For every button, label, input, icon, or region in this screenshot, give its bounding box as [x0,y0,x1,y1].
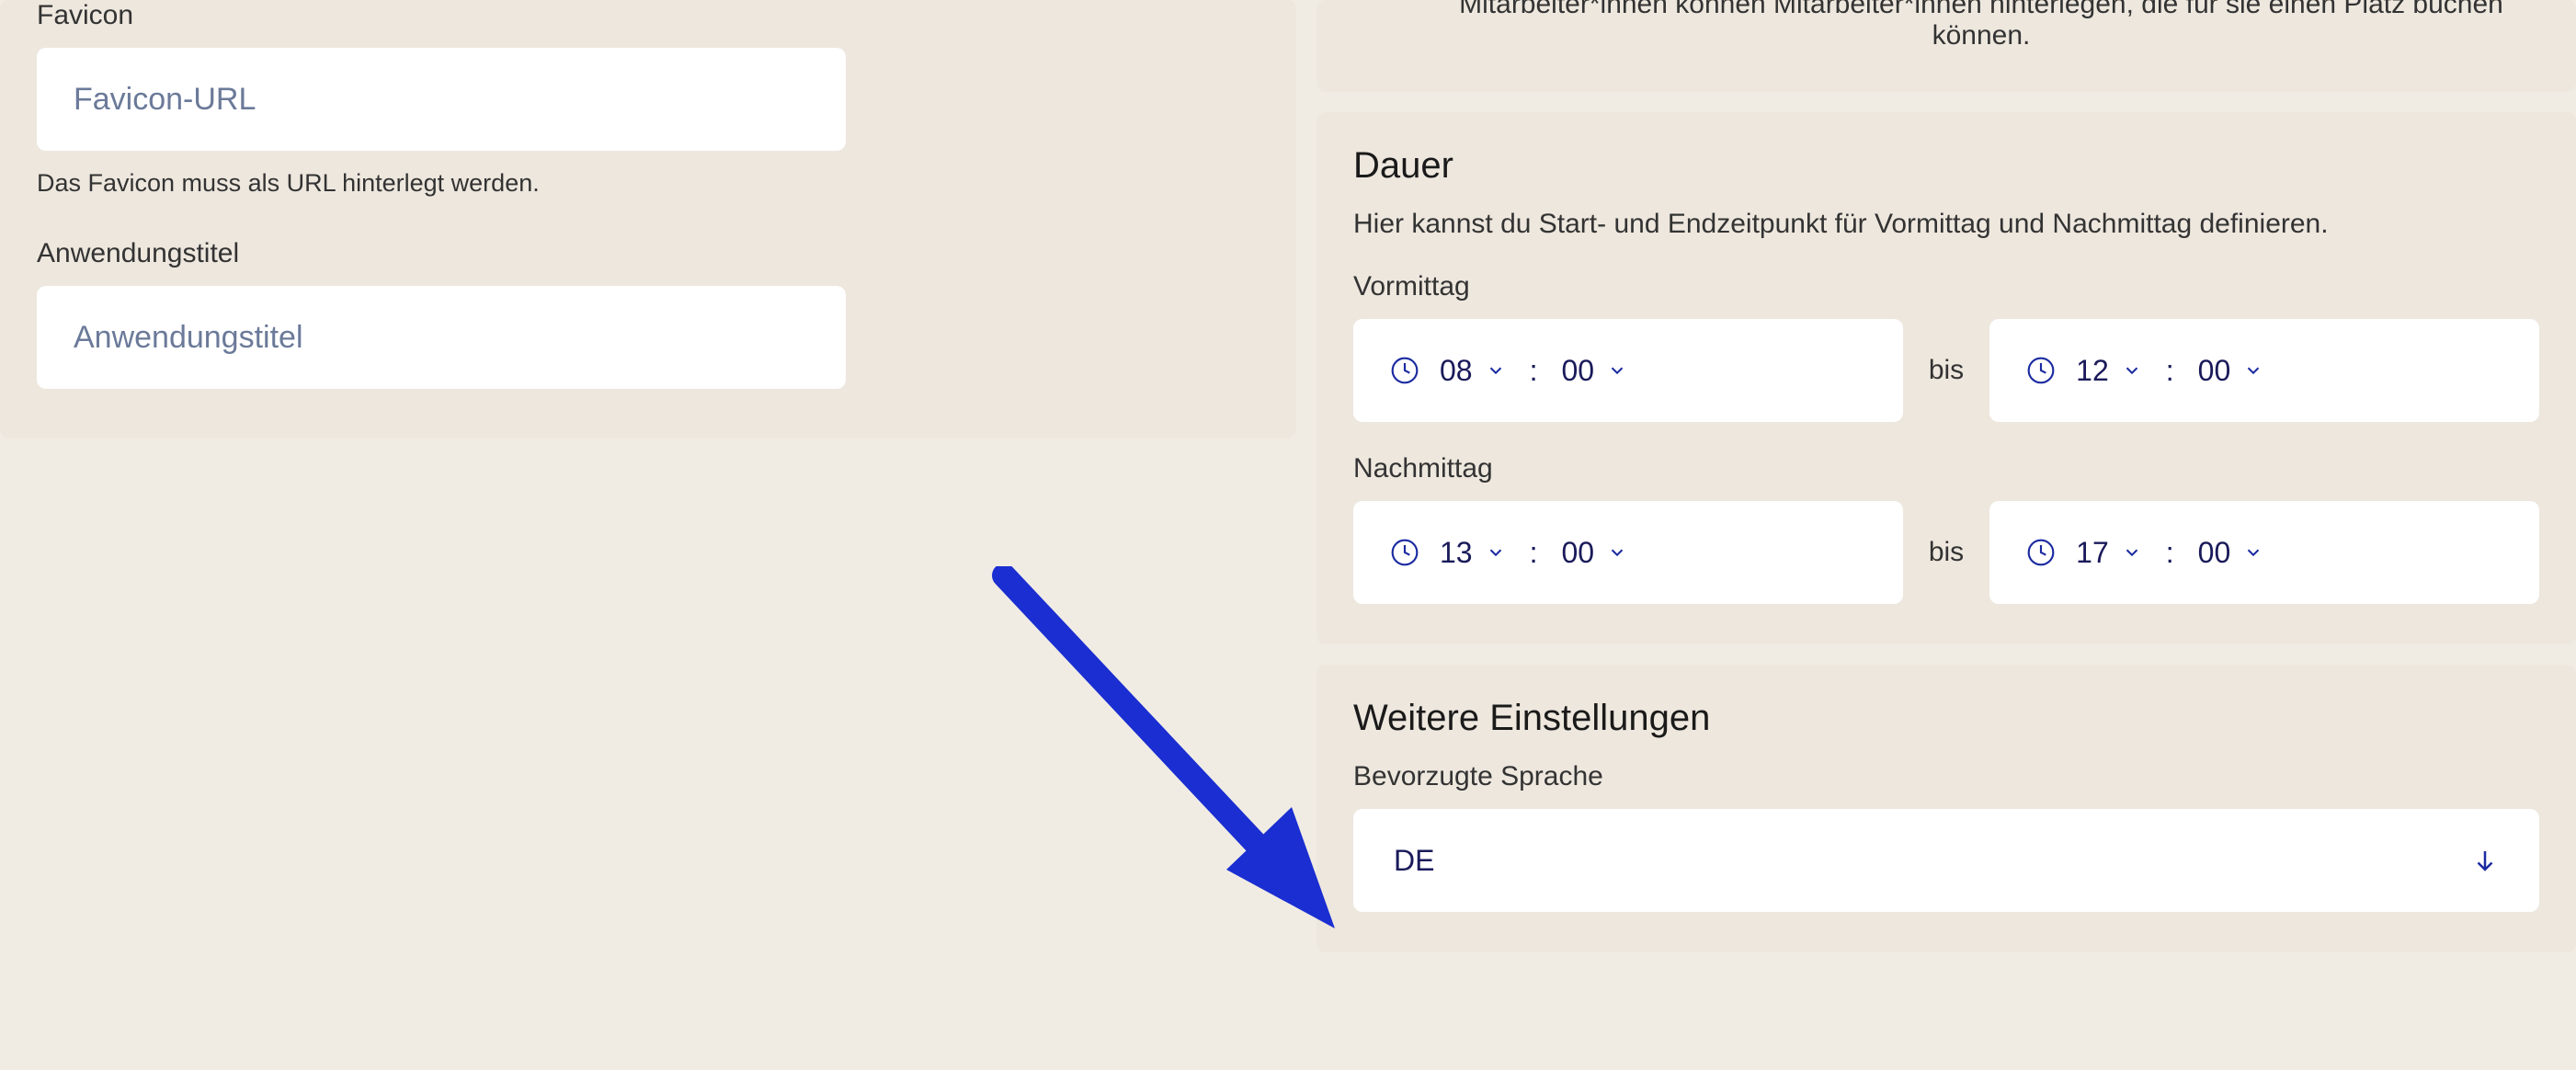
clock-icon [2026,356,2056,385]
afternoon-end-hour-select[interactable]: 17 [2076,536,2142,570]
app-title-label: Anwendungstitel [37,238,1260,269]
favicon-label: Favicon [37,0,1260,31]
afternoon-start-hour-select[interactable]: 13 [1440,536,1506,570]
morning-end-hour-select[interactable]: 12 [2076,354,2142,388]
morning-start-min-value: 00 [1561,354,1594,388]
chevron-down-icon [2243,360,2263,381]
favicon-settings-panel: Favicon Das Favicon muss als URL hinterl… [0,0,1296,438]
afternoon-end-min-value: 00 [2198,536,2231,570]
delegation-note-text: Mitarbeiter*innen können Mitarbeiter*inn… [1353,0,2539,51]
time-colon: : [1526,536,1542,570]
preferred-language-value: DE [1394,844,1434,878]
further-settings-panel: Weitere Einstellungen Bevorzugte Sprache… [1316,665,2576,952]
until-label: bis [1929,355,1964,386]
morning-label: Vormittag [1353,271,2539,302]
afternoon-end-hour-value: 17 [2076,536,2109,570]
preferred-language-label: Bevorzugte Sprache [1353,761,2539,792]
morning-end-min-value: 00 [2198,354,2231,388]
morning-start-min-select[interactable]: 00 [1561,354,1627,388]
time-colon: : [2162,354,2178,388]
afternoon-start-min-value: 00 [1561,536,1594,570]
arrow-down-icon [2471,847,2499,874]
chevron-down-icon [1486,360,1506,381]
until-label: bis [1929,537,1964,568]
duration-panel: Dauer Hier kannst du Start- und Endzeitp… [1316,112,2576,644]
morning-start-hour-select[interactable]: 08 [1440,354,1506,388]
further-settings-title: Weitere Einstellungen [1353,698,2539,739]
afternoon-end-min-select[interactable]: 00 [2198,536,2264,570]
time-colon: : [2162,536,2178,570]
app-title-input[interactable] [37,286,846,389]
preferred-language-select[interactable]: DE [1353,809,2539,912]
chevron-down-icon [2243,542,2263,563]
chevron-down-icon [2122,542,2142,563]
chevron-down-icon [1486,542,1506,563]
delegation-note-panel: Mitarbeiter*innen können Mitarbeiter*inn… [1316,0,2576,92]
chevron-down-icon [2122,360,2142,381]
morning-start-time-picker[interactable]: 08 : 00 [1353,319,1903,422]
morning-start-hour-value: 08 [1440,354,1473,388]
afternoon-start-time-picker[interactable]: 13 : 00 [1353,501,1903,604]
clock-icon [1390,538,1419,567]
afternoon-label: Nachmittag [1353,453,2539,484]
chevron-down-icon [1607,542,1627,563]
duration-title: Dauer [1353,145,2539,187]
duration-desc: Hier kannst du Start- und Endzeitpunkt f… [1353,209,2539,240]
chevron-down-icon [1607,360,1627,381]
afternoon-end-time-picker[interactable]: 17 : 00 [1989,501,2539,604]
afternoon-time-row: 13 : 00 bis 17 [1353,501,2539,604]
morning-end-time-picker[interactable]: 12 : 00 [1989,319,2539,422]
favicon-helper-text: Das Favicon muss als URL hinterlegt werd… [37,169,1260,198]
time-colon: : [1526,354,1542,388]
clock-icon [2026,538,2056,567]
clock-icon [1390,356,1419,385]
afternoon-start-hour-value: 13 [1440,536,1473,570]
morning-end-min-select[interactable]: 00 [2198,354,2264,388]
morning-end-hour-value: 12 [2076,354,2109,388]
afternoon-start-min-select[interactable]: 00 [1561,536,1627,570]
favicon-url-input[interactable] [37,48,846,151]
morning-time-row: 08 : 00 bis 12 [1353,319,2539,422]
